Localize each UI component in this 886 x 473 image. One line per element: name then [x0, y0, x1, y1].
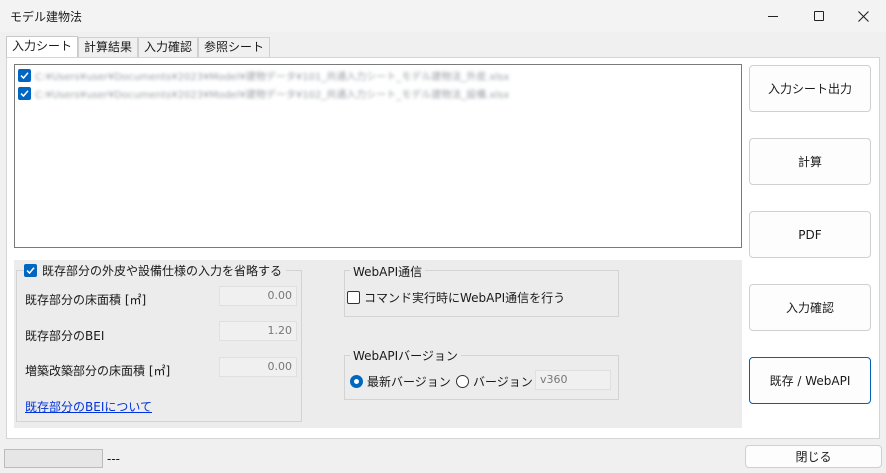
tab-input-check[interactable]: 入力確認 [138, 37, 199, 58]
latest-version-radio[interactable] [350, 375, 363, 388]
list-item[interactable]: C:¥Users¥user¥Documents¥2023¥Model¥建物データ… [18, 67, 509, 83]
close-button[interactable]: 閉じる [745, 445, 882, 468]
tab-input-sheet[interactable]: 入力シート [6, 36, 79, 58]
webapi-command-checkbox[interactable] [347, 291, 360, 304]
minimize-button[interactable] [750, 0, 796, 32]
title-bar: モデル建物法 [0, 0, 886, 32]
close-window-button[interactable] [840, 0, 886, 32]
checkmark-icon [26, 267, 35, 275]
status-text: --- [107, 452, 120, 466]
webapi-comm-title: WebAPI通信 [350, 263, 426, 280]
existing-bei-field[interactable]: 1.20 [219, 321, 297, 341]
window-title: モデル建物法 [10, 10, 83, 24]
specific-version-option[interactable]: バージョン [456, 373, 533, 390]
addition-floor-area-field[interactable]: 0.00 [219, 357, 297, 377]
maximize-button[interactable] [796, 0, 842, 32]
file-checkbox[interactable] [18, 86, 31, 100]
file-checkbox[interactable] [18, 68, 31, 82]
existing-bei-help-link[interactable]: 既存部分のBEIについて [25, 398, 152, 415]
list-item[interactable]: C:¥Users¥user¥Documents¥2023¥Model¥建物データ… [18, 85, 509, 101]
checkmark-icon [20, 71, 29, 79]
input-check-button[interactable]: 入力確認 [749, 284, 871, 331]
export-input-sheet-button[interactable]: 入力シート出力 [749, 65, 871, 112]
input-file-list[interactable]: C:¥Users¥user¥Documents¥2023¥Model¥建物データ… [14, 64, 742, 248]
close-icon [857, 10, 869, 22]
maximize-icon [814, 11, 824, 21]
file-path: C:¥Users¥user¥Documents¥2023¥Model¥建物データ… [35, 71, 510, 83]
tab-calc-results[interactable]: 計算結果 [78, 37, 139, 58]
file-path: C:¥Users¥user¥Documents¥2023¥Model¥建物データ… [35, 89, 510, 101]
existing-omit-option[interactable]: 既存部分の外皮や設備仕様の入力を省略する [24, 262, 287, 279]
existing-bei-label: 既存部分のBEI [25, 329, 105, 343]
webapi-command-label: コマンド実行時にWebAPI通信を行う [364, 291, 566, 305]
addition-floor-area-label: 増築改築部分の床面積 [㎡] [25, 364, 171, 378]
calculate-button[interactable]: 計算 [749, 138, 871, 185]
existing-floor-area-field[interactable]: 0.00 [219, 286, 297, 306]
webapi-command-option[interactable]: コマンド実行時にWebAPI通信を行う [347, 289, 565, 306]
progress-bar [4, 449, 103, 468]
existing-omit-label: 既存部分の外皮や設備仕様の入力を省略する [42, 264, 283, 278]
existing-webapi-button[interactable]: 既存 / WebAPI [749, 357, 871, 404]
latest-version-option[interactable]: 最新バージョン [350, 373, 451, 390]
version-field[interactable]: v360 [535, 370, 611, 390]
pdf-button[interactable]: PDF [749, 211, 871, 258]
checkmark-icon [20, 89, 29, 97]
specific-version-label: バージョン [473, 375, 533, 389]
existing-floor-area-label: 既存部分の床面積 [㎡] [25, 293, 147, 307]
tab-reference-sheet[interactable]: 参照シート [198, 37, 271, 58]
minimize-icon [768, 15, 778, 17]
specific-version-radio[interactable] [456, 375, 469, 388]
webapi-version-title: WebAPIバージョン [350, 347, 461, 364]
latest-version-label: 最新バージョン [367, 375, 451, 389]
tab-bar: 入力シート 計算結果 入力確認 参照シート [6, 36, 271, 58]
existing-omit-checkbox[interactable] [24, 264, 37, 277]
